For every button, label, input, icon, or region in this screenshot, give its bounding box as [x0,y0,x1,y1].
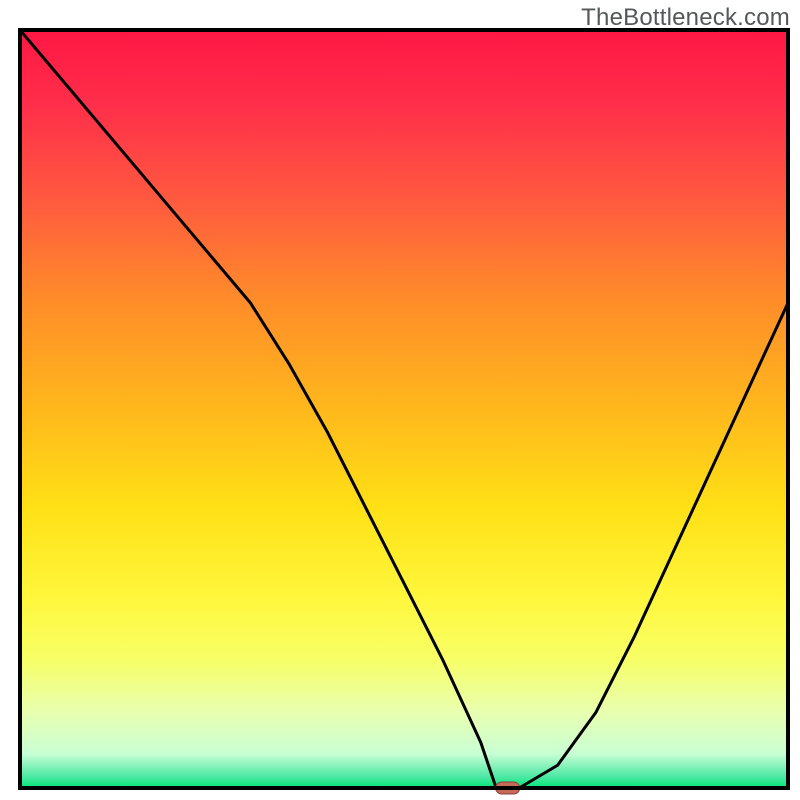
chart-stage: TheBottleneck.com [0,0,800,800]
bottleneck-chart [0,0,800,800]
watermark-text: TheBottleneck.com [581,4,790,32]
plot-area [20,30,788,794]
gradient-background [20,30,788,788]
